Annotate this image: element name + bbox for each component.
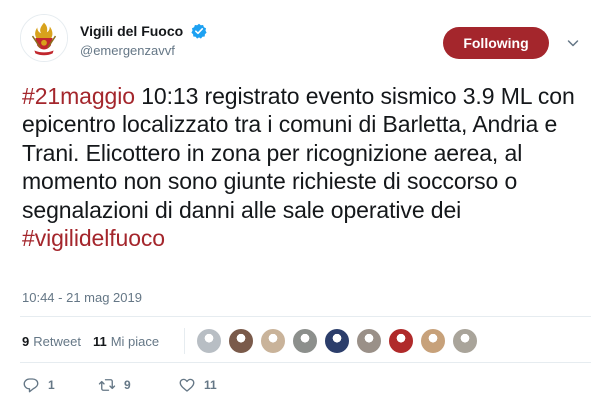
following-button[interactable]: Following: [443, 27, 549, 59]
like-stat-count: 11: [92, 333, 107, 349]
like-button[interactable]: 11: [178, 376, 217, 394]
liker-avatar[interactable]: [196, 328, 222, 354]
tweet-actions: 1 9 11: [22, 375, 217, 395]
retweet-stat[interactable]: 9 Retweet: [22, 334, 81, 349]
fire-brigade-logo: [21, 15, 67, 61]
tweet-text: #21maggio 10:13 registrato evento sismic…: [22, 82, 597, 252]
retweet-icon: [98, 379, 116, 391]
tweet-stats: 9 Retweet 11 Mi piace: [22, 328, 171, 354]
chevron-down-icon[interactable]: [566, 36, 580, 50]
verified-badge-icon: [191, 23, 207, 39]
like-stat-label: Mi piace: [110, 333, 160, 349]
liker-avatar[interactable]: [388, 328, 414, 354]
liker-avatar[interactable]: [228, 328, 254, 354]
likers-avatars: [184, 326, 484, 356]
tweet-timestamp[interactable]: 10:44 - 21 mag 2019: [22, 290, 142, 305]
liker-avatar[interactable]: [452, 328, 478, 354]
like-count: 11: [204, 378, 217, 392]
hashtag-link[interactable]: #21maggio: [22, 83, 135, 109]
retweet-stat-count: 9: [22, 333, 30, 349]
hashtag-link[interactable]: #vigilidelfuoco: [22, 225, 165, 251]
divider: [20, 362, 591, 363]
display-name[interactable]: Vigili del Fuoco: [80, 22, 183, 40]
divider: [184, 328, 185, 354]
retweet-count: 9: [124, 378, 131, 392]
like-stat[interactable]: 11 Mi piace: [93, 334, 159, 349]
liker-avatar[interactable]: [324, 328, 350, 354]
divider: [20, 316, 591, 317]
retweet-button[interactable]: 9: [98, 376, 178, 394]
account-avatar[interactable]: [20, 14, 68, 62]
liker-avatar[interactable]: [292, 328, 318, 354]
reply-count: 1: [48, 378, 55, 392]
user-info[interactable]: Vigili del Fuoco @emergenzavvf: [80, 22, 207, 59]
heart-icon: [179, 378, 195, 392]
reply-button[interactable]: 1: [22, 376, 98, 394]
retweet-stat-label: Retweet: [33, 333, 81, 349]
tweet-card: Vigili del Fuoco @emergenzavvf Following…: [0, 0, 611, 413]
liker-avatar[interactable]: [260, 328, 286, 354]
screen-name[interactable]: @emergenzavvf: [80, 43, 207, 59]
liker-avatar[interactable]: [356, 328, 382, 354]
reply-icon: [23, 378, 39, 393]
liker-avatar[interactable]: [420, 328, 446, 354]
